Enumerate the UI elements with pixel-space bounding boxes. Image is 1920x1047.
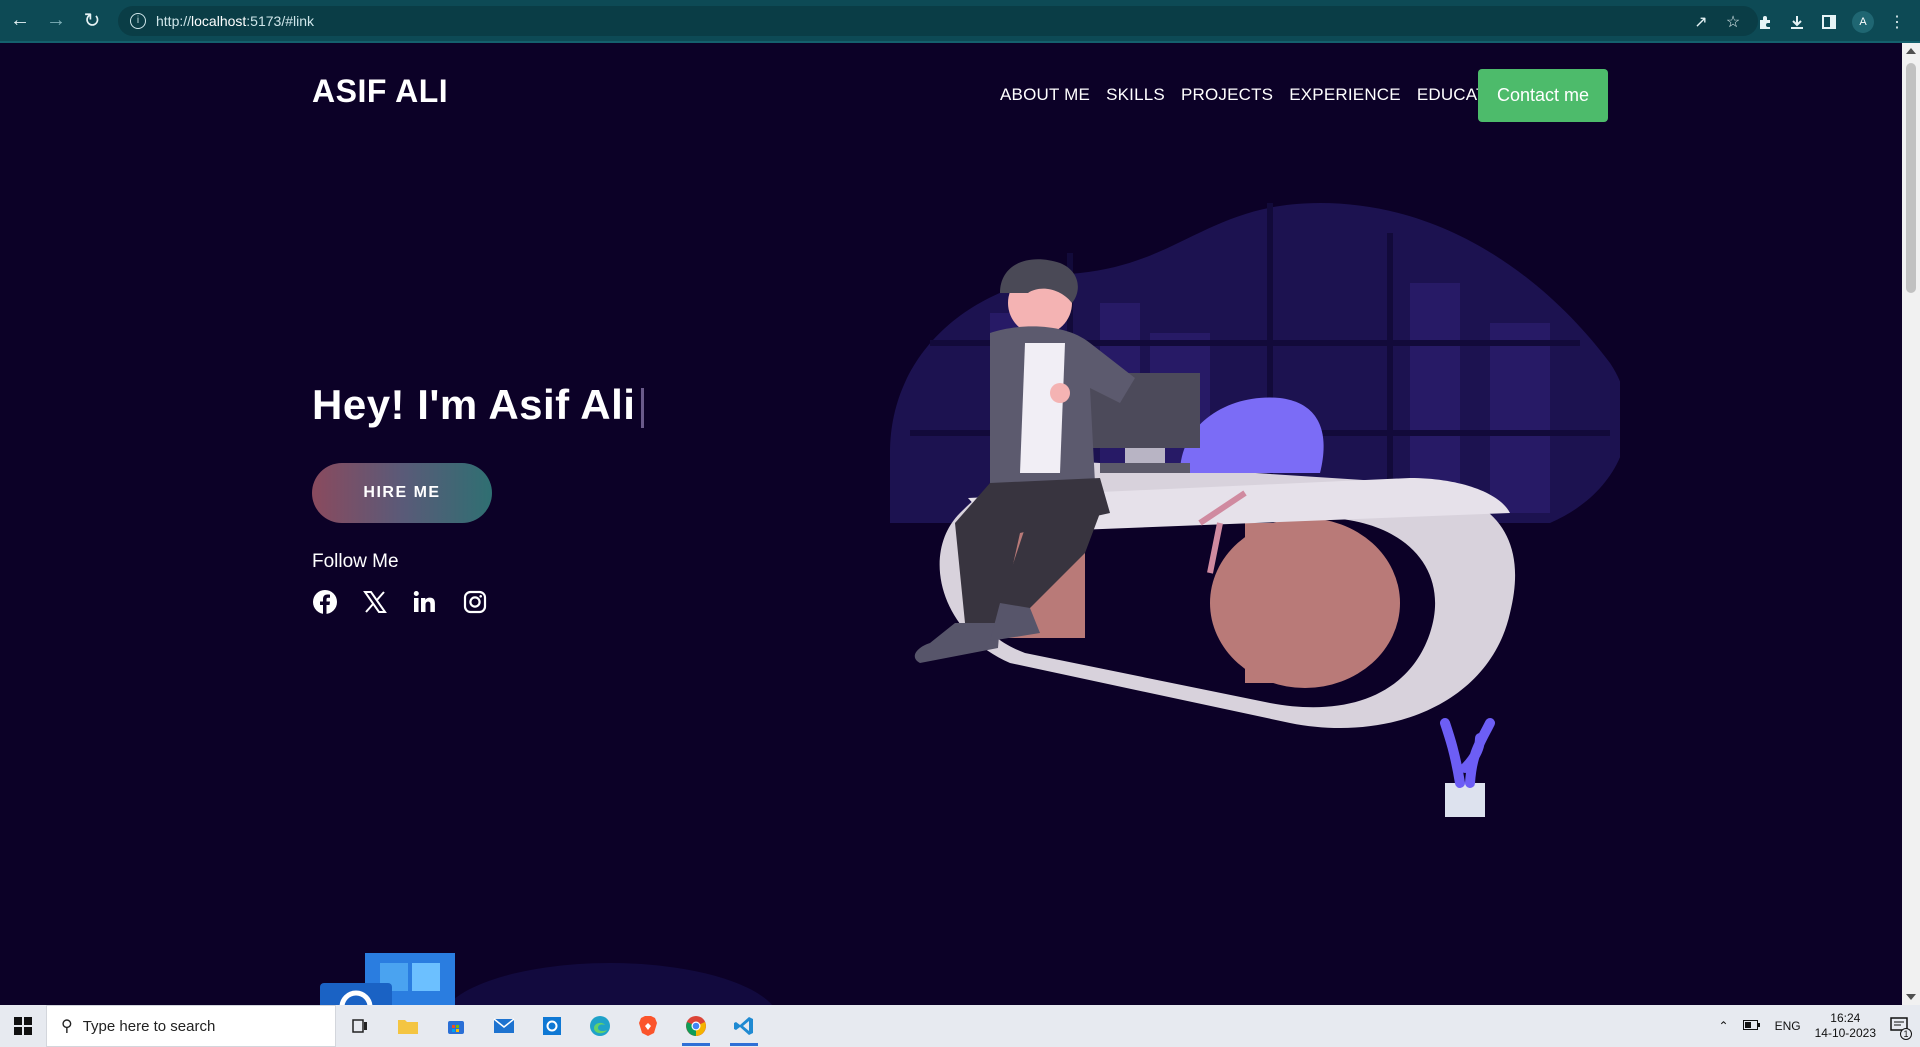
hire-me-button[interactable]: HIRE ME xyxy=(312,463,492,523)
search-icon: ⚲ xyxy=(61,1018,73,1035)
hero-title: Hey! I'm Asif Ali xyxy=(312,381,645,429)
typing-caret xyxy=(641,387,645,428)
reload-icon[interactable]: ↻ xyxy=(76,5,108,37)
scroll-thumb[interactable] xyxy=(1906,63,1916,293)
browser-toolbar: ← → ↻ i http://localhost:5173/#link ↗ ☆ … xyxy=(0,0,1920,43)
forward-icon[interactable]: → xyxy=(40,5,72,37)
social-links xyxy=(312,589,488,615)
linkedin-icon[interactable] xyxy=(412,589,438,615)
language-indicator[interactable]: ENG xyxy=(1775,1019,1801,1033)
share-icon[interactable]: ↗ xyxy=(1692,13,1710,31)
url-rest: :5173/#link xyxy=(246,12,315,29)
task-view-icon[interactable] xyxy=(336,1005,384,1047)
mail-icon[interactable] xyxy=(480,1005,528,1047)
file-explorer-icon[interactable] xyxy=(384,1005,432,1047)
portfolio-page: ASIF ALI ABOUT ME SKILLS PROJECTS EXPERI… xyxy=(0,43,1902,1005)
instagram-icon[interactable] xyxy=(462,589,488,615)
vscode-icon[interactable] xyxy=(720,1005,768,1047)
taskbar-clock[interactable]: 16:24 14-10-2023 xyxy=(1815,1011,1876,1041)
bookmark-star-icon[interactable]: ☆ xyxy=(1724,13,1742,31)
page-scrollbar[interactable] xyxy=(1902,43,1920,1005)
taskbar-search[interactable]: ⚲ Type here to search xyxy=(46,1005,336,1047)
windows-taskbar: ⚲ Type here to search ⌃ ENG 16:24 14-10-… xyxy=(0,1005,1920,1047)
extensions-icon[interactable] xyxy=(1756,13,1774,31)
developer-desk-illustration xyxy=(890,203,1620,817)
back-icon[interactable]: ← xyxy=(4,5,36,37)
menu-kebab-icon[interactable]: ⋮ xyxy=(1888,13,1906,31)
address-bar[interactable]: i http://localhost:5173/#link xyxy=(118,5,1758,36)
main-nav: ABOUT ME SKILLS PROJECTS EXPERIENCE EDUC… xyxy=(1000,85,1517,105)
system-tray: ⌃ ENG 16:24 14-10-2023 1 xyxy=(1719,1005,1920,1047)
profile-avatar[interactable]: A xyxy=(1852,10,1874,33)
clock-date: 14-10-2023 xyxy=(1814,1026,1876,1040)
url-prefix: http:// xyxy=(156,12,192,29)
windows-start-icon[interactable] xyxy=(0,1005,46,1047)
site-info-icon[interactable]: i xyxy=(130,12,146,29)
url-host: localhost xyxy=(191,12,247,29)
contact-button[interactable]: Contact me xyxy=(1478,69,1608,122)
scroll-up-arrow[interactable] xyxy=(1906,48,1916,54)
nav-skills[interactable]: SKILLS xyxy=(1106,85,1165,105)
microsoft-store-icon[interactable] xyxy=(432,1005,480,1047)
taskbar-search-placeholder: Type here to search xyxy=(82,1017,216,1035)
scroll-down-arrow[interactable] xyxy=(1906,994,1916,1000)
nav-experience[interactable]: EXPERIENCE xyxy=(1289,85,1401,105)
download-icon[interactable] xyxy=(1788,13,1806,31)
nav-projects[interactable]: PROJECTS xyxy=(1181,85,1273,105)
notification-count: 1 xyxy=(1900,1027,1912,1040)
follow-me-label: Follow Me xyxy=(312,551,399,572)
facebook-icon[interactable] xyxy=(312,589,338,615)
clock-time: 16:24 xyxy=(1830,1011,1861,1025)
battery-icon[interactable] xyxy=(1742,1019,1761,1033)
notification-center-icon[interactable]: 1 xyxy=(1890,1016,1912,1040)
site-brand[interactable]: ASIF ALI xyxy=(312,73,448,110)
outlook-icon[interactable] xyxy=(528,1005,576,1047)
edge-icon[interactable] xyxy=(576,1005,624,1047)
hero-title-text: Hey! I'm Asif Ali xyxy=(312,381,636,428)
tray-chevron-up-icon[interactable]: ⌃ xyxy=(1719,1019,1729,1033)
side-panel-icon[interactable] xyxy=(1820,13,1838,31)
x-icon[interactable] xyxy=(362,589,388,615)
next-section-graphic xyxy=(320,953,773,1005)
brave-browser-icon[interactable] xyxy=(624,1005,672,1047)
nav-about-me[interactable]: ABOUT ME xyxy=(1000,85,1090,105)
chrome-icon[interactable] xyxy=(672,1005,720,1047)
